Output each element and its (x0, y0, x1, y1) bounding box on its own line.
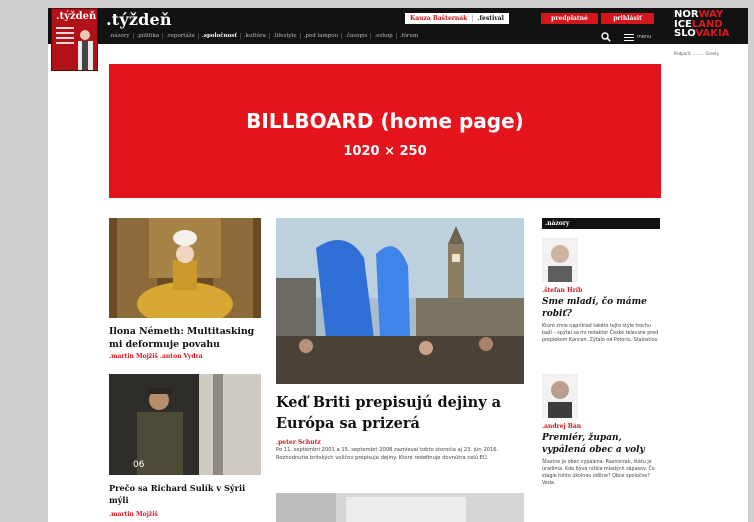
article-title-nemeth[interactable]: Ilona Németh: Multitasking mi deformuje … (109, 325, 261, 351)
svg-text:06: 06 (133, 460, 145, 470)
menu-button[interactable]: menu (624, 32, 651, 43)
billboard-ad[interactable]: BILLBOARD (home page) 1020 × 250 (109, 64, 661, 198)
nav-item-eshop[interactable]: .eshop (371, 33, 397, 39)
search-icon[interactable] (601, 32, 611, 42)
nav-item-nazory[interactable]: .názory (106, 33, 134, 39)
billboard-title: BILLBOARD (home page) (246, 109, 524, 133)
article-title-main[interactable]: Keď Briti prepisujú dejiny a Európa sa p… (276, 392, 524, 434)
login-button[interactable]: prihlásiť (601, 13, 654, 24)
magazine-cover-logo[interactable]: .týždeň (51, 8, 98, 71)
partner-logo[interactable]: NORWAY ICELAND SLOVAKIA (674, 10, 729, 39)
article-image-queen[interactable] (109, 218, 261, 318)
article-authors-sulik[interactable]: .martin Mojžiš (109, 511, 158, 518)
article-image-next[interactable] (276, 493, 524, 522)
subscribe-button[interactable]: predplatné (541, 13, 598, 24)
cover-text-lines (56, 27, 74, 47)
opinion-text-ban: Šťastne je obec vypalena. Raznorzak, štá… (542, 460, 655, 486)
topic-tags: Kauza Bašternák | .festival (405, 13, 509, 24)
article-author-main[interactable]: .peter Schutz (276, 439, 321, 446)
opinions-column: .názory .štefan Hríb Sme mladí, čo máme … (542, 218, 660, 487)
tag-kauza[interactable]: Kauza Bašternák (410, 15, 467, 22)
author-photo-hrib[interactable] (542, 238, 578, 282)
author-photo-ban[interactable] (542, 374, 578, 418)
nav-item-politika[interactable]: .politika (134, 33, 164, 39)
nav-item-kultura[interactable]: .kultúra (241, 33, 270, 39)
left-column: Ilona Németh: Multitasking mi deformuje … (109, 218, 261, 518)
opinions-heading[interactable]: .názory (542, 218, 660, 229)
nav-item-spolocnost[interactable]: .spoločnosť (199, 33, 241, 39)
tag-separator: | (471, 15, 474, 22)
opinion-author-ban[interactable]: .andrej Bán (542, 423, 660, 430)
hamburger-icon (624, 32, 634, 43)
tag-festival[interactable]: .festival (477, 15, 504, 22)
opinion-author-hrib[interactable]: .štefan Hríb (542, 287, 660, 294)
nav-item-casopis[interactable]: .časopis (342, 33, 372, 39)
article-image-eu-balloons[interactable] (276, 218, 524, 384)
page-frame: .týždeň .názory .politika .reportáže .sp… (48, 8, 748, 522)
billboard-size: 1020 × 250 (343, 144, 427, 159)
article-image-sulik[interactable]: 06 (109, 374, 261, 475)
opinion-title-ban[interactable]: Premiér, župan, vypálená obec a voly (542, 432, 660, 456)
article-excerpt-main: Po 11. septembri 2001 a 15. septembri 20… (276, 447, 499, 461)
main-column: Keď Briti prepisujú dejiny a Európa sa p… (276, 218, 524, 522)
cover-title: .týždeň (56, 11, 97, 22)
nav-item-forum[interactable]: .fórum (397, 33, 421, 39)
article-title-sulik[interactable]: Prečo sa Richard Sulík v Sýrii mýli (109, 482, 261, 506)
article-authors-nemeth[interactable]: .martin Mojžiš .anton Vydra (109, 353, 261, 360)
nav-item-lifestyle[interactable]: .lifestyle (270, 33, 301, 39)
opinion-text-hrib: Ktoré zmie napríklad takéto tejto štýle … (542, 324, 659, 343)
cover-person-image (78, 30, 93, 70)
opinion-title-hrib[interactable]: Sme mladí, čo máme robiť? (542, 296, 660, 320)
top-bar: .týždeň .názory .politika .reportáže .sp… (48, 8, 748, 44)
nav-item-pod-lampou[interactable]: .pod lampou (301, 33, 343, 39)
site-brand[interactable]: .týždeň (106, 10, 172, 29)
partner-note: Podporil: ......... Granty (674, 51, 720, 56)
main-nav: .názory .politika .reportáže .spoločnosť… (106, 33, 421, 39)
menu-label: menu (637, 34, 652, 41)
nav-item-reportaze[interactable]: .reportáže (163, 33, 199, 39)
